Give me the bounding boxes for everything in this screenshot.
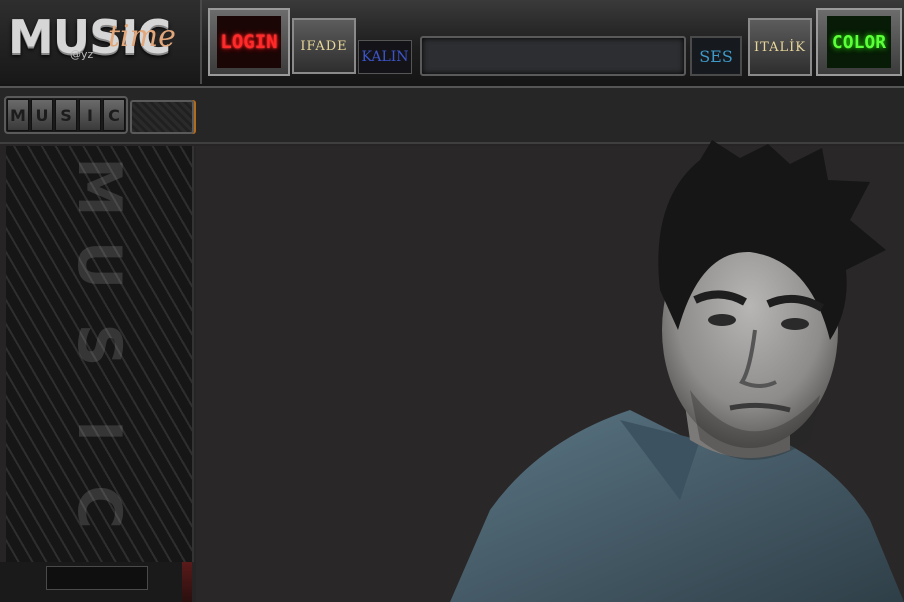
music-tab-letter: U bbox=[31, 99, 53, 131]
music-tab[interactable]: M U S I C bbox=[4, 96, 128, 134]
ifade-button[interactable]: IFADE bbox=[292, 18, 356, 74]
color-button-face: COLOR bbox=[827, 16, 891, 68]
music-tab-letter: C bbox=[103, 99, 125, 131]
eye-right-shape bbox=[781, 318, 809, 330]
music-tab-letter: M bbox=[7, 99, 29, 131]
login-button[interactable]: LOGIN bbox=[208, 8, 290, 76]
music-tab-letter: I bbox=[79, 99, 101, 131]
logo-tag: @yz bbox=[70, 48, 94, 61]
ses-button[interactable]: SES bbox=[690, 36, 742, 76]
nav-slot-button[interactable] bbox=[130, 100, 194, 134]
kalin-label: KALIN bbox=[361, 49, 409, 65]
sidebar: M U S I C bbox=[6, 146, 194, 562]
logo-script: time bbox=[108, 19, 176, 54]
italik-button[interactable]: ITALİK bbox=[748, 18, 812, 76]
ses-label: SES bbox=[699, 46, 733, 66]
sidebar-footer-accent bbox=[182, 562, 192, 602]
sidebar-footer-field[interactable] bbox=[46, 566, 148, 590]
message-input[interactable] bbox=[420, 36, 686, 76]
color-button[interactable]: COLOR bbox=[816, 8, 902, 76]
color-label: COLOR bbox=[831, 31, 887, 53]
eye-left-shape bbox=[708, 314, 736, 326]
login-label: LOGIN bbox=[220, 31, 278, 53]
login-button-face: LOGIN bbox=[217, 16, 281, 68]
logo: MUSIC time @yz bbox=[0, 0, 202, 84]
portrait-image bbox=[450, 140, 904, 602]
italik-label: ITALİK bbox=[754, 39, 806, 55]
sidebar-letter: C bbox=[64, 484, 134, 530]
kalin-button[interactable]: KALIN bbox=[358, 40, 412, 74]
ifade-label: IFADE bbox=[300, 38, 348, 54]
music-tab-letter: S bbox=[55, 99, 77, 131]
